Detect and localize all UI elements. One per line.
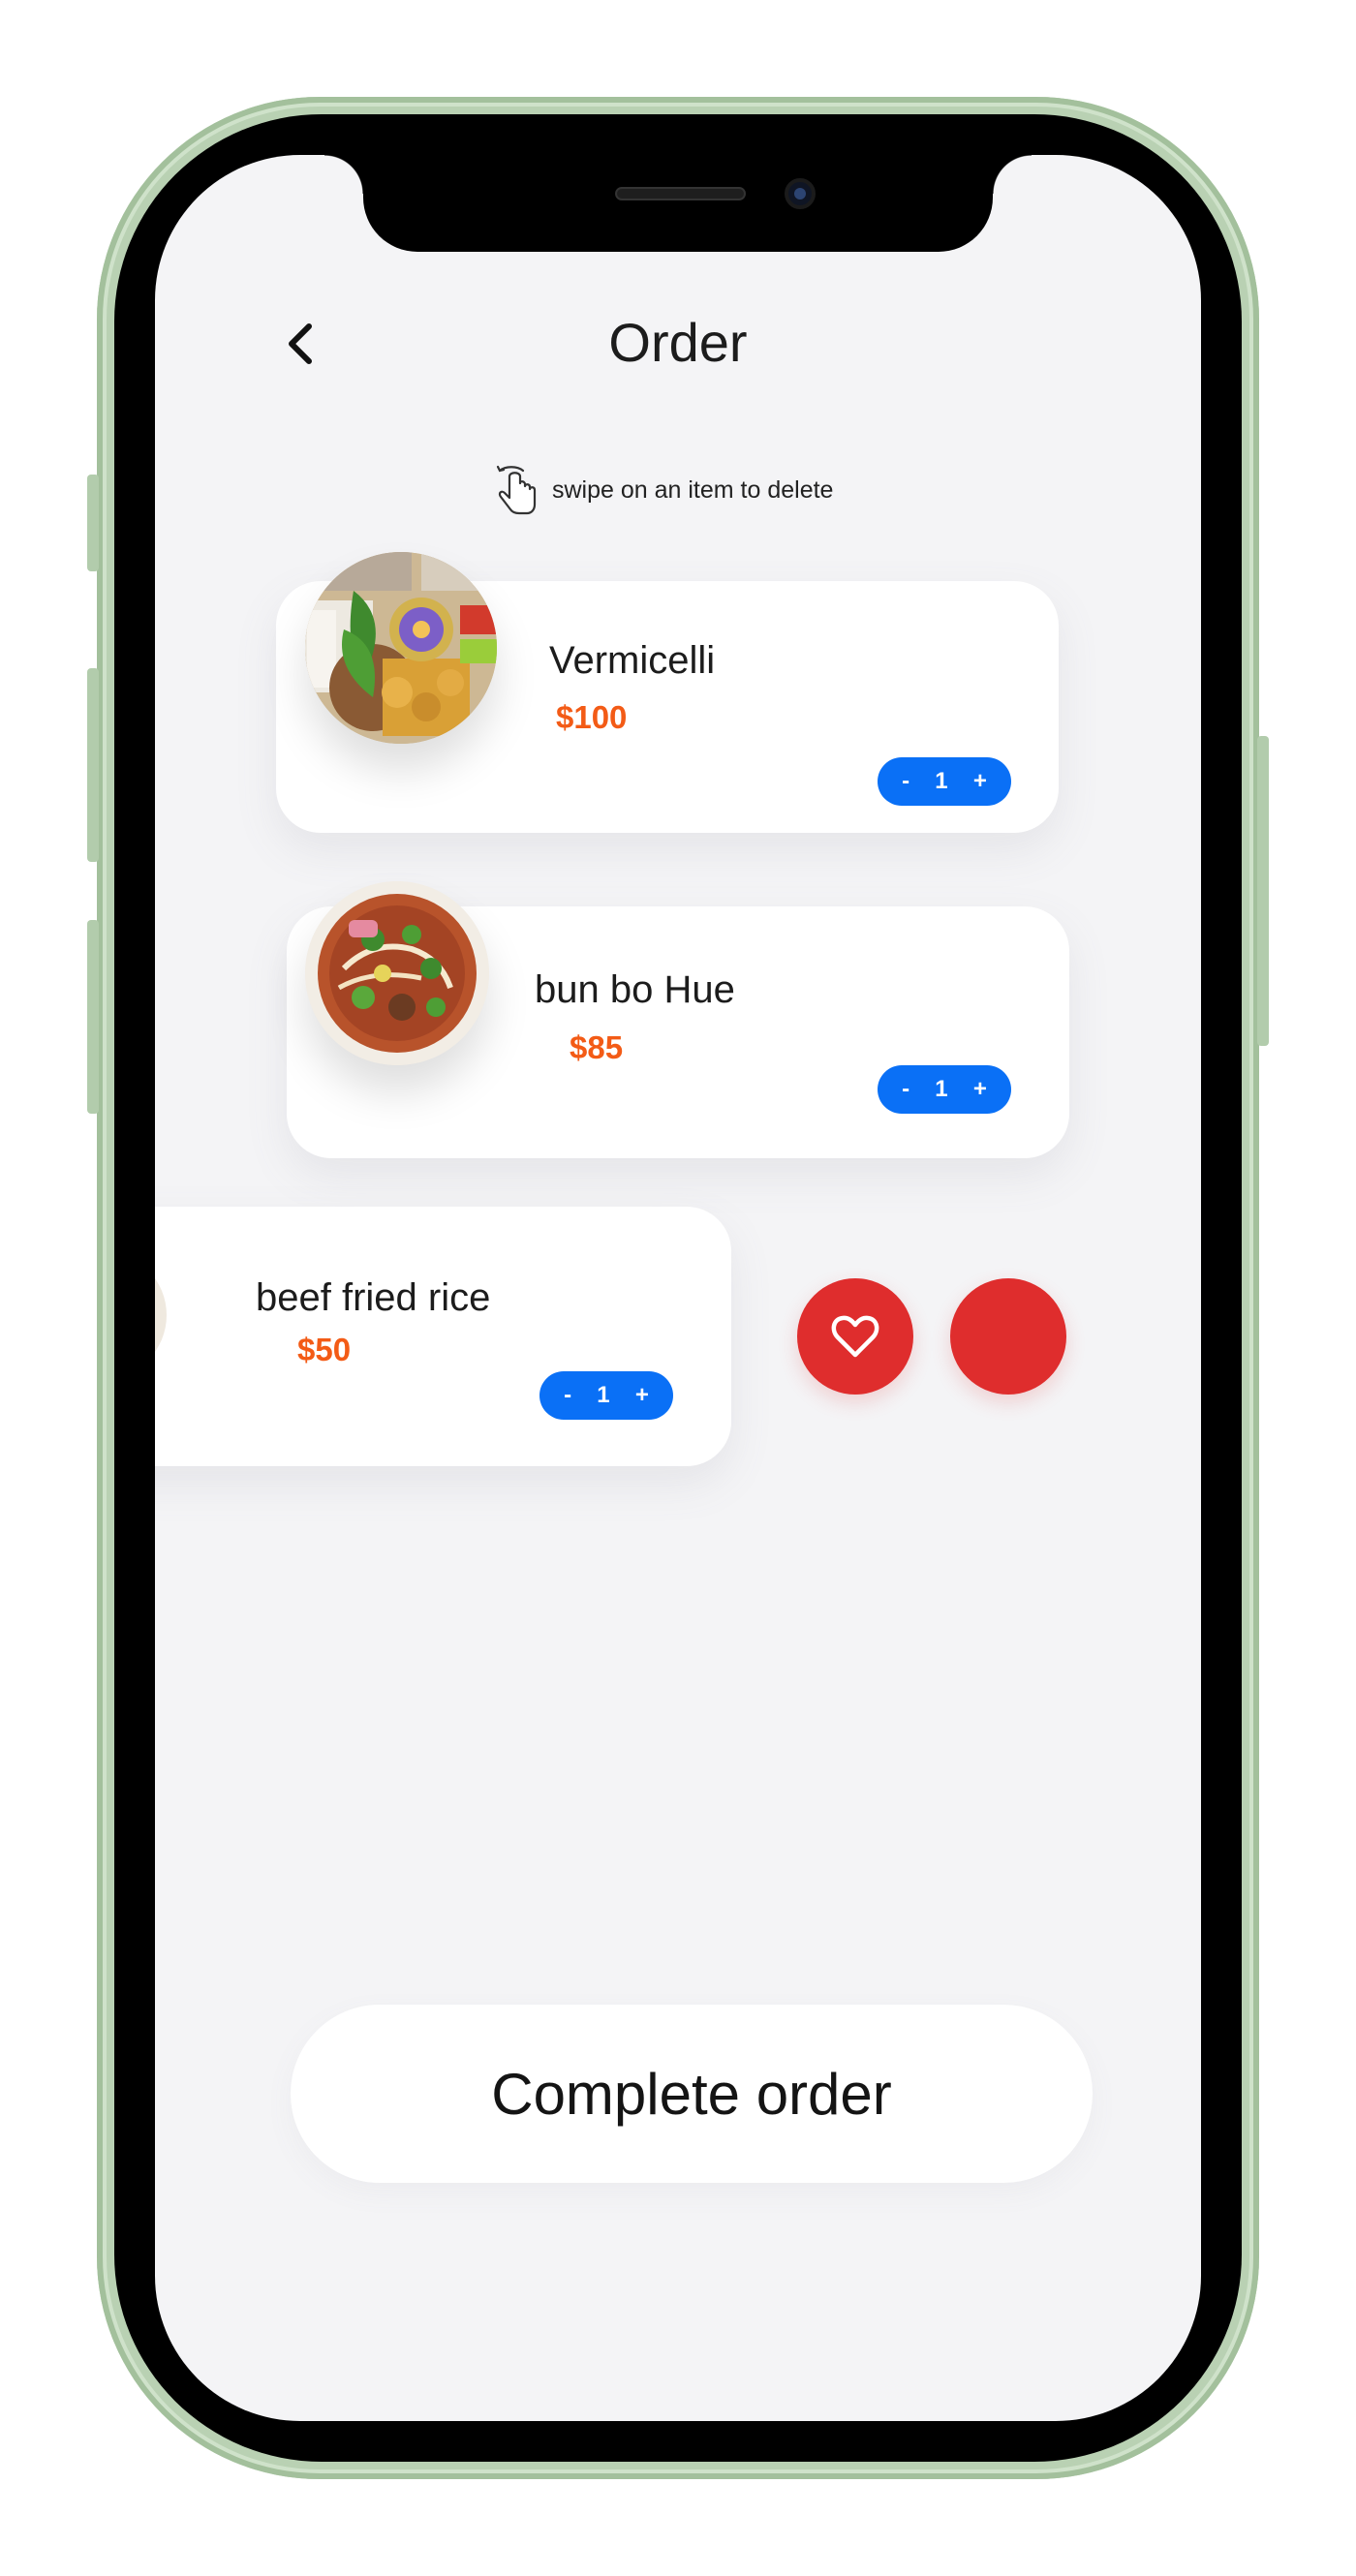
food-image-vermicelli: [305, 552, 497, 744]
side-button-mute: [87, 475, 99, 571]
back-button[interactable]: [266, 310, 334, 378]
decrement-button[interactable]: -: [902, 1076, 909, 1103]
complete-order-button[interactable]: Complete order: [291, 2005, 1093, 2183]
quantity-value: 1: [935, 768, 948, 794]
app-screen: Order swipe on an item to delete Vermice…: [155, 155, 1201, 2421]
quantity-stepper[interactable]: - 1 +: [539, 1371, 673, 1420]
camera: [785, 178, 816, 209]
swipe-hint-text: swipe on an item to delete: [552, 475, 834, 504]
quantity-value: 1: [597, 1382, 610, 1408]
item-name: Vermicelli: [549, 639, 716, 682]
quantity-stepper[interactable]: - 1 +: [878, 757, 1011, 806]
side-button-volume-up: [87, 668, 99, 862]
item-price: $100: [556, 699, 628, 735]
increment-button[interactable]: +: [973, 768, 987, 795]
quantity-stepper[interactable]: - 1 +: [878, 1065, 1011, 1114]
increment-button[interactable]: +: [973, 1076, 987, 1103]
side-button-volume-down: [87, 920, 99, 1114]
food-image-bun-bo-hue: [305, 881, 489, 1065]
item-name: bun bo Hue: [535, 968, 735, 1011]
order-item-card-swiped[interactable]: [155, 1207, 731, 1466]
decrement-button[interactable]: -: [564, 1382, 571, 1409]
quantity-value: 1: [935, 1076, 948, 1102]
decrement-button[interactable]: -: [902, 768, 909, 795]
speaker: [615, 187, 746, 200]
increment-button[interactable]: +: [635, 1382, 649, 1409]
item-price: $50: [297, 1332, 352, 1367]
page-title: Order: [608, 312, 748, 373]
favorite-button[interactable]: [797, 1278, 913, 1395]
item-price: $85: [570, 1029, 624, 1065]
swipe-hand-icon: [496, 465, 537, 515]
heart-icon: [831, 1315, 879, 1358]
chevron-left-icon: [289, 323, 312, 364]
delete-button[interactable]: [950, 1278, 1066, 1395]
item-name: beef fried rice: [256, 1276, 491, 1319]
swipe-hint: swipe on an item to delete: [494, 461, 833, 519]
side-button-power: [1257, 736, 1269, 1046]
notch: [324, 155, 1032, 252]
